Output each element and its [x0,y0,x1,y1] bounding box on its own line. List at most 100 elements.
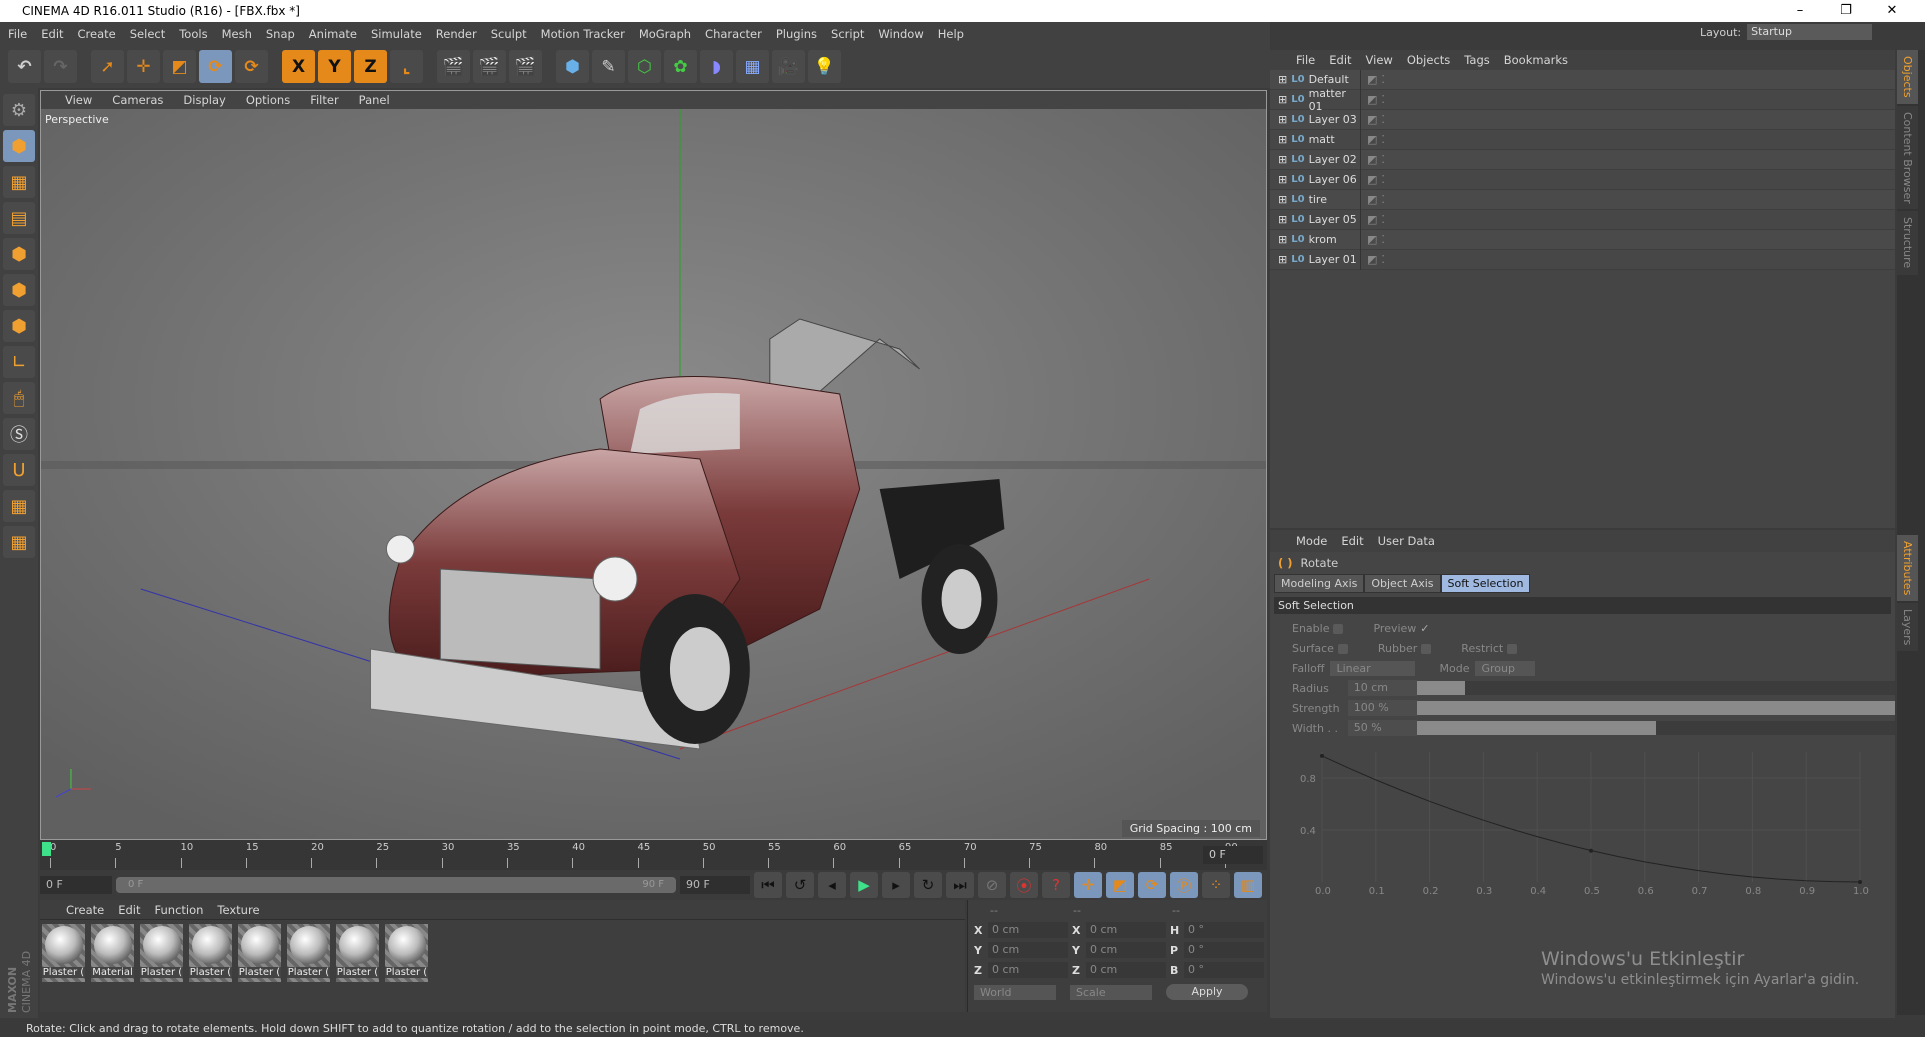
layer-visibility-icon[interactable]: ◩ [1367,173,1377,186]
make-editable-icon[interactable]: ⚙ [3,94,35,126]
points-mode-icon[interactable]: ⬢ [3,238,35,270]
render-view-icon[interactable]: 🎬 [437,50,470,83]
expand-icon[interactable]: ⊞ [1278,133,1287,146]
undo-button[interactable]: ↶ [8,50,41,83]
layer-dots-icon[interactable]: ⁚ [1381,73,1385,86]
objects-menu-edit[interactable]: Edit [1329,53,1351,67]
light-icon[interactable]: 💡 [808,50,841,83]
layer-row[interactable]: ⊞ L0 krom ◩ ⁚ [1270,229,1895,250]
apply-button[interactable]: Apply [1166,984,1248,1000]
viewport-menu-panel[interactable]: Panel [359,93,390,107]
curve-point[interactable] [1320,753,1324,758]
layout-selector[interactable]: Layout: Startup [1700,24,1873,40]
layer-dots-icon[interactable]: ⁚ [1381,233,1385,246]
subdivision-icon[interactable]: ⬡ [628,50,661,83]
menu-snap[interactable]: Snap [266,27,295,41]
render-picture-viewer-icon[interactable]: 🎬 [473,50,506,83]
redo-button[interactable]: ↷ [44,50,77,83]
play-icon[interactable]: ▶ [850,872,878,898]
texture-mode-icon[interactable]: ▦ [3,166,35,198]
keyframe-lock-icon[interactable]: ⊘ [978,872,1006,898]
cube-icon[interactable]: ⬢ [556,50,589,83]
width-field[interactable]: 50 % [1347,720,1418,736]
key-rotation-icon[interactable]: ⟳ [1138,872,1166,898]
layer-visibility-icon[interactable]: ◩ [1367,233,1377,246]
model-mode-icon[interactable]: ⬢ [3,130,35,162]
coord-field[interactable]: 0 ° [1184,962,1264,978]
key-parameter-icon[interactable]: Ⓟ [1170,872,1198,898]
menu-motion-tracker[interactable]: Motion Tracker [541,27,625,41]
menu-plugins[interactable]: Plugins [776,27,817,41]
expand-icon[interactable]: ⊞ [1278,113,1287,126]
material-menu-create[interactable]: Create [66,903,104,917]
tab-layers[interactable]: Layers [1897,602,1918,652]
menu-character[interactable]: Character [705,27,762,41]
viewport[interactable]: View Cameras Display Options Filter Panel Per… [40,90,1267,840]
menu-edit[interactable]: Edit [41,27,63,41]
record-icon[interactable]: ⦿ [1010,872,1038,898]
expand-icon[interactable]: ⊞ [1278,73,1287,86]
menu-window[interactable]: Window [878,27,923,41]
curve-point[interactable] [1589,848,1593,853]
magnet-icon[interactable]: U [3,454,35,486]
menu-render[interactable]: Render [436,27,477,41]
tweak-mode-icon[interactable]: 🖱 [3,382,35,414]
material-item[interactable]: Plaster ( [42,924,85,982]
layer-dots-icon[interactable]: ⁚ [1381,113,1385,126]
key-position-icon[interactable]: ✛ [1074,872,1102,898]
render-settings-icon[interactable]: 🎬 [509,50,542,83]
material-item[interactable]: Plaster ( [385,924,428,982]
rotate-tool-button[interactable]: ⟳ [199,50,232,83]
expand-icon[interactable]: ⊞ [1278,153,1287,166]
coord-field[interactable]: 0 cm [988,922,1068,938]
coord-field[interactable]: 0 cm [1086,922,1166,938]
tab-soft-selection[interactable]: Soft Selection [1440,574,1531,593]
layer-visibility-icon[interactable]: ◩ [1367,153,1377,166]
polygons-mode-icon[interactable]: ⬢ [3,310,35,342]
start-frame-field[interactable]: 0 F [40,876,112,894]
layer-visibility-icon[interactable]: ◩ [1367,73,1377,86]
objects-menu-bookmarks[interactable]: Bookmarks [1504,53,1568,67]
layer-row[interactable]: ⊞ L0 tire ◩ ⁚ [1270,189,1895,210]
layer-dots-icon[interactable]: ⁚ [1381,213,1385,226]
layer-dots-icon[interactable]: ⁚ [1381,133,1385,146]
layer-row[interactable]: ⊞ L0 Layer 01 ◩ ⁚ [1270,249,1895,270]
layer-dots-icon[interactable]: ⁚ [1381,193,1385,206]
close-button[interactable]: ✕ [1869,0,1915,22]
viewport-menu-cameras[interactable]: Cameras [112,93,163,107]
menu-animate[interactable]: Animate [309,27,357,41]
menu-select[interactable]: Select [130,27,165,41]
objects-menu-objects[interactable]: Objects [1407,53,1450,67]
radius-field[interactable]: 10 cm [1347,680,1418,696]
material-item[interactable]: Material [91,924,134,982]
tab-objects[interactable]: Objects [1897,50,1918,104]
next-key-icon[interactable]: ↻ [914,872,942,898]
expand-icon[interactable]: ⊞ [1278,253,1287,266]
menu-help[interactable]: Help [938,27,964,41]
key-pla-icon[interactable]: ⁘ [1202,872,1230,898]
previous-key-icon[interactable]: ↺ [786,872,814,898]
coord-field[interactable]: 0 cm [988,942,1068,958]
layer-dots-icon[interactable]: ⁚ [1381,173,1385,186]
mode-dropdown[interactable]: Group [1475,660,1536,676]
menu-simulate[interactable]: Simulate [371,27,422,41]
material-item[interactable]: Plaster ( [238,924,281,982]
layer-row[interactable]: ⊞ L0 Layer 05 ◩ ⁚ [1270,209,1895,230]
menu-tools[interactable]: Tools [179,27,207,41]
previous-frame-icon[interactable]: ◂ [818,872,846,898]
expand-icon[interactable]: ⊞ [1278,213,1287,226]
layer-row[interactable]: ⊞ L0 Layer 06 ◩ ⁚ [1270,169,1895,190]
timeline-window-icon[interactable]: ▥ [1234,872,1262,898]
coord-field[interactable]: 0 cm [988,962,1068,978]
viewport-menu-view[interactable]: View [65,93,92,107]
y-axis-button[interactable]: Y [318,50,351,83]
material-item[interactable]: Plaster ( [140,924,183,982]
recent-tool-button[interactable]: ⟳ [235,50,268,83]
layer-row[interactable]: ⊞ L0 Layer 03 ◩ ⁚ [1270,109,1895,130]
tab-object-axis[interactable]: Object Axis [1364,574,1441,593]
camera-icon[interactable]: 🎥 [772,50,805,83]
menu-sculpt[interactable]: Sculpt [491,27,527,41]
cloner-icon[interactable]: ✿ [664,50,697,83]
deformer-icon[interactable]: ◗ [700,50,733,83]
expand-icon[interactable]: ⊞ [1278,193,1287,206]
